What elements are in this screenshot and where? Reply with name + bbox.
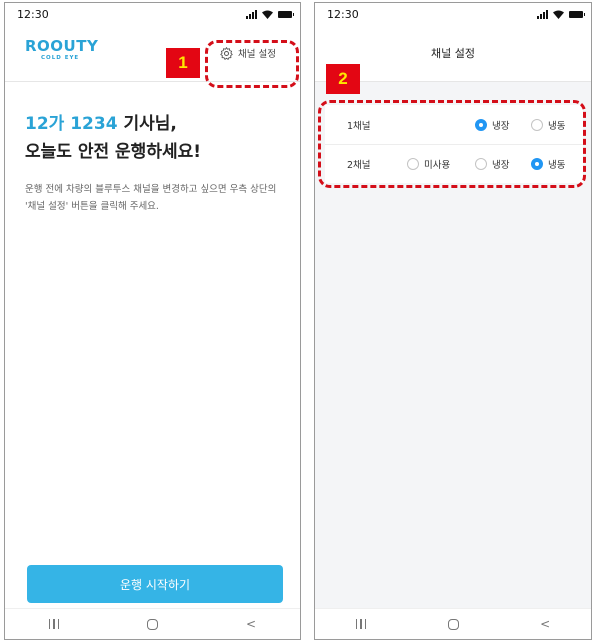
home-icon[interactable] (147, 618, 159, 630)
wifi-icon (262, 10, 273, 19)
main-screen: 12:30 ROOUTY COLD EYE 채널 설정 12가 1234 기사님… (4, 2, 301, 640)
roouty-logo: ROOUTY COLD EYE (25, 39, 98, 62)
greeting: 12가 1234 기사님, 오늘도 안전 운행하세요! (25, 111, 201, 167)
channel-settings-screen: 12:30 채널 설정 1채널 냉장 냉동 2채널 미사용 냉장 냉동 < (314, 2, 592, 640)
start-driving-button[interactable]: 운행 시작하기 (27, 565, 283, 603)
battery-icon (569, 10, 585, 18)
signal-icon (246, 9, 257, 19)
callout-1-badge: 1 (166, 48, 200, 78)
recent-apps-icon[interactable] (48, 619, 60, 629)
status-time: 12:30 (327, 7, 359, 21)
home-icon[interactable] (447, 618, 459, 630)
status-bar: 12:30 (315, 3, 591, 25)
wifi-icon (553, 10, 564, 19)
battery-icon (278, 10, 294, 18)
status-time: 12:30 (17, 7, 49, 21)
greeting-line-1: 12가 1234 기사님, (25, 111, 201, 137)
guide-text: 운행 전에 차량의 블루투스 채널을 변경하고 싶으면 우측 상단의 '채널 설… (25, 184, 277, 212)
callout-2-highlight (318, 100, 586, 188)
recent-apps-icon[interactable] (355, 619, 367, 629)
greeting-suffix: 기사님, (117, 114, 177, 134)
back-icon[interactable]: < (246, 617, 256, 631)
status-bar: 12:30 (5, 3, 300, 25)
android-nav-bar: < (315, 608, 591, 639)
logo-sub-text: COLD EYE (41, 55, 80, 61)
logo-main-text: ROOUTY (25, 37, 99, 55)
greeting-line-2: 오늘도 안전 운행하세요! (25, 142, 201, 162)
android-nav-bar: < (5, 608, 300, 639)
callout-1-highlight (205, 40, 299, 88)
back-icon[interactable]: < (540, 617, 550, 631)
plate-number: 12가 1234 (25, 114, 118, 134)
status-icons (537, 9, 585, 19)
status-icons (246, 9, 294, 19)
signal-icon (537, 9, 548, 19)
callout-2-badge: 2 (326, 64, 360, 94)
